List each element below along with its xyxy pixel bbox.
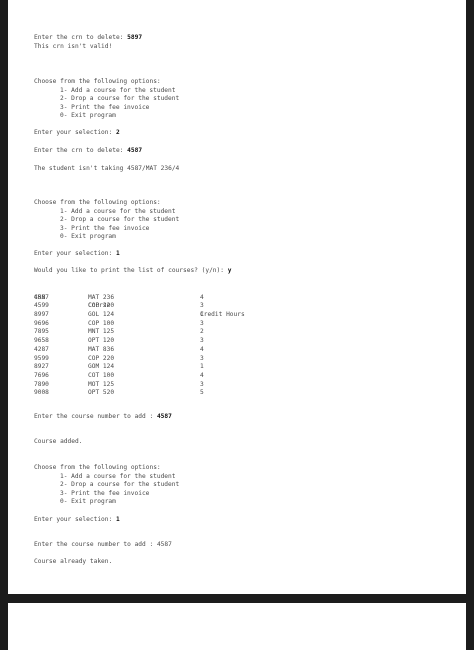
menu-item: 0- Exit program bbox=[60, 498, 116, 505]
table-row: 9008 OPT 520 5 bbox=[34, 389, 264, 398]
prompt-text: Enter the crn to delete: bbox=[34, 34, 128, 41]
menu-item: 3- Print the fee invoice bbox=[60, 489, 150, 497]
cell-crn: 7696 bbox=[34, 371, 49, 379]
table-row: 7890 MOT 125 3 bbox=[34, 381, 264, 390]
cell-crn: 7895 bbox=[34, 328, 49, 336]
cell-crn: 9008 bbox=[34, 389, 49, 397]
cell-course: COT 100 bbox=[88, 371, 115, 379]
add-course-prompt: Enter the course number to add : 4587 bbox=[34, 413, 172, 422]
cell-credits: 5 bbox=[200, 389, 204, 397]
course-table: CRN Course Credit Hours 4587 MAT 236 4 459… bbox=[34, 285, 264, 398]
cell-course: MAT 836 bbox=[88, 345, 115, 353]
table-row: 7696 COT 100 4 bbox=[34, 372, 264, 381]
table-row: 4287 MAT 836 4 bbox=[34, 346, 264, 355]
cell-crn: 9599 bbox=[34, 354, 49, 362]
menu-item: 0- Exit program bbox=[60, 112, 116, 119]
cell-credits: 3 bbox=[200, 302, 204, 310]
cell-course: MAT 236 bbox=[88, 293, 115, 301]
menu-item: 2- Drop a course for the student bbox=[60, 216, 180, 223]
cell-credits: 3 bbox=[200, 380, 204, 388]
crn-delete-prompt: Enter the crn to delete: 5897 bbox=[34, 34, 142, 43]
table-row: 8927 GOM 124 1 bbox=[34, 363, 264, 372]
cell-credits: 3 bbox=[200, 337, 204, 345]
table-row: 4599 COP 220 3 bbox=[34, 302, 264, 311]
cell-crn: 7890 bbox=[34, 380, 49, 388]
cell-crn: 4587 bbox=[34, 293, 49, 301]
menu-title: Choose from the following options: bbox=[34, 199, 161, 206]
cell-credits: 3 bbox=[200, 319, 204, 327]
input-value: 1 bbox=[115, 250, 120, 257]
next-page bbox=[8, 603, 466, 650]
menu-item: 3- Print the fee invoice bbox=[60, 224, 150, 232]
cell-course: OPT 120 bbox=[88, 337, 115, 345]
table-header: CRN Course Credit Hours bbox=[34, 285, 264, 318]
input-value: 4587 bbox=[156, 541, 172, 548]
menu-title: Choose from the following options: bbox=[34, 464, 161, 471]
prompt-text: Enter the course number to add : bbox=[34, 413, 157, 420]
menu-item: 2- Drop a course for the student bbox=[60, 481, 180, 488]
error-message: This crn isn't valid! bbox=[34, 42, 113, 50]
cell-crn: 9696 bbox=[34, 319, 49, 327]
crn-delete-prompt: Enter the crn to delete: 4587 bbox=[34, 147, 142, 156]
input-value: 4587 bbox=[156, 413, 172, 420]
cell-course: COP 100 bbox=[88, 319, 115, 327]
input-value: 1 bbox=[115, 516, 120, 523]
cell-course: COP 220 bbox=[88, 302, 115, 310]
menu-item: 1- Add a course for the student bbox=[60, 472, 176, 480]
prompt-text: Enter your selection: bbox=[34, 516, 116, 523]
table-row: 9658 OPT 120 3 bbox=[34, 337, 264, 346]
table-row: 4587 MAT 236 4 bbox=[34, 294, 264, 303]
cell-course: OPT 520 bbox=[88, 389, 115, 397]
cell-credits: 4 bbox=[200, 345, 204, 353]
cell-crn: 8997 bbox=[34, 311, 49, 319]
menu-item: 2- Drop a course for the student bbox=[60, 95, 180, 102]
cell-crn: 8927 bbox=[34, 363, 49, 371]
menu-item: 1- Add a course for the student bbox=[60, 207, 176, 215]
input-value: 4587 bbox=[127, 147, 143, 154]
cell-course: COP 220 bbox=[88, 354, 115, 362]
cell-credits: 1 bbox=[200, 311, 204, 319]
prompt-text: Would you like to print the list of cour… bbox=[34, 267, 228, 274]
prompt-text: Enter the course number to add : bbox=[34, 541, 157, 548]
prompt-text: Enter your selection: bbox=[34, 129, 116, 136]
prompt-text: Enter the crn to delete: bbox=[34, 147, 128, 154]
cell-credits: 4 bbox=[200, 293, 204, 301]
cell-course: GOM 124 bbox=[88, 363, 115, 371]
input-value: 2 bbox=[115, 129, 120, 136]
cell-crn: 9658 bbox=[34, 337, 49, 345]
selection-prompt: Enter your selection: 1 bbox=[34, 250, 120, 259]
cell-course: MOT 125 bbox=[88, 380, 115, 388]
print-list-prompt: Would you like to print the list of cour… bbox=[34, 267, 231, 276]
menu-item: 0- Exit program bbox=[60, 233, 116, 240]
input-value: y bbox=[227, 267, 232, 274]
success-message: Course added. bbox=[34, 438, 83, 445]
prompt-text: Enter your selection: bbox=[34, 250, 116, 257]
table-row: 8997 GOL 124 1 bbox=[34, 311, 264, 320]
cell-course: MNT 125 bbox=[88, 328, 115, 336]
selection-prompt: Enter your selection: 2 bbox=[34, 129, 120, 138]
info-message: The student isn't taking 4587/MAT 236/4 bbox=[34, 165, 180, 172]
cell-credits: 3 bbox=[200, 354, 204, 362]
terminal-output-page: Enter the crn to delete: 5897 This crn i… bbox=[8, 0, 466, 594]
menu-item: 1- Add a course for the student bbox=[60, 86, 176, 94]
table-row: 7895 MNT 125 2 bbox=[34, 328, 264, 337]
cell-credits: 1 bbox=[200, 363, 204, 371]
table-row: 9696 COP 100 3 bbox=[34, 320, 264, 329]
menu-title: Choose from the following options: bbox=[34, 78, 161, 85]
warning-message: Course already taken. bbox=[34, 558, 113, 565]
cell-course: GOL 124 bbox=[88, 311, 115, 319]
cell-credits: 2 bbox=[200, 328, 204, 336]
selection-prompt: Enter your selection: 1 bbox=[34, 516, 120, 525]
menu-item: 3- Print the fee invoice bbox=[60, 103, 150, 111]
cell-credits: 4 bbox=[200, 371, 204, 379]
cell-crn: 4599 bbox=[34, 302, 49, 310]
table-row: 9599 COP 220 3 bbox=[34, 355, 264, 364]
add-course-prompt: Enter the course number to add : 4587 bbox=[34, 541, 172, 550]
cell-crn: 4287 bbox=[34, 345, 49, 353]
input-value: 5897 bbox=[127, 34, 143, 41]
